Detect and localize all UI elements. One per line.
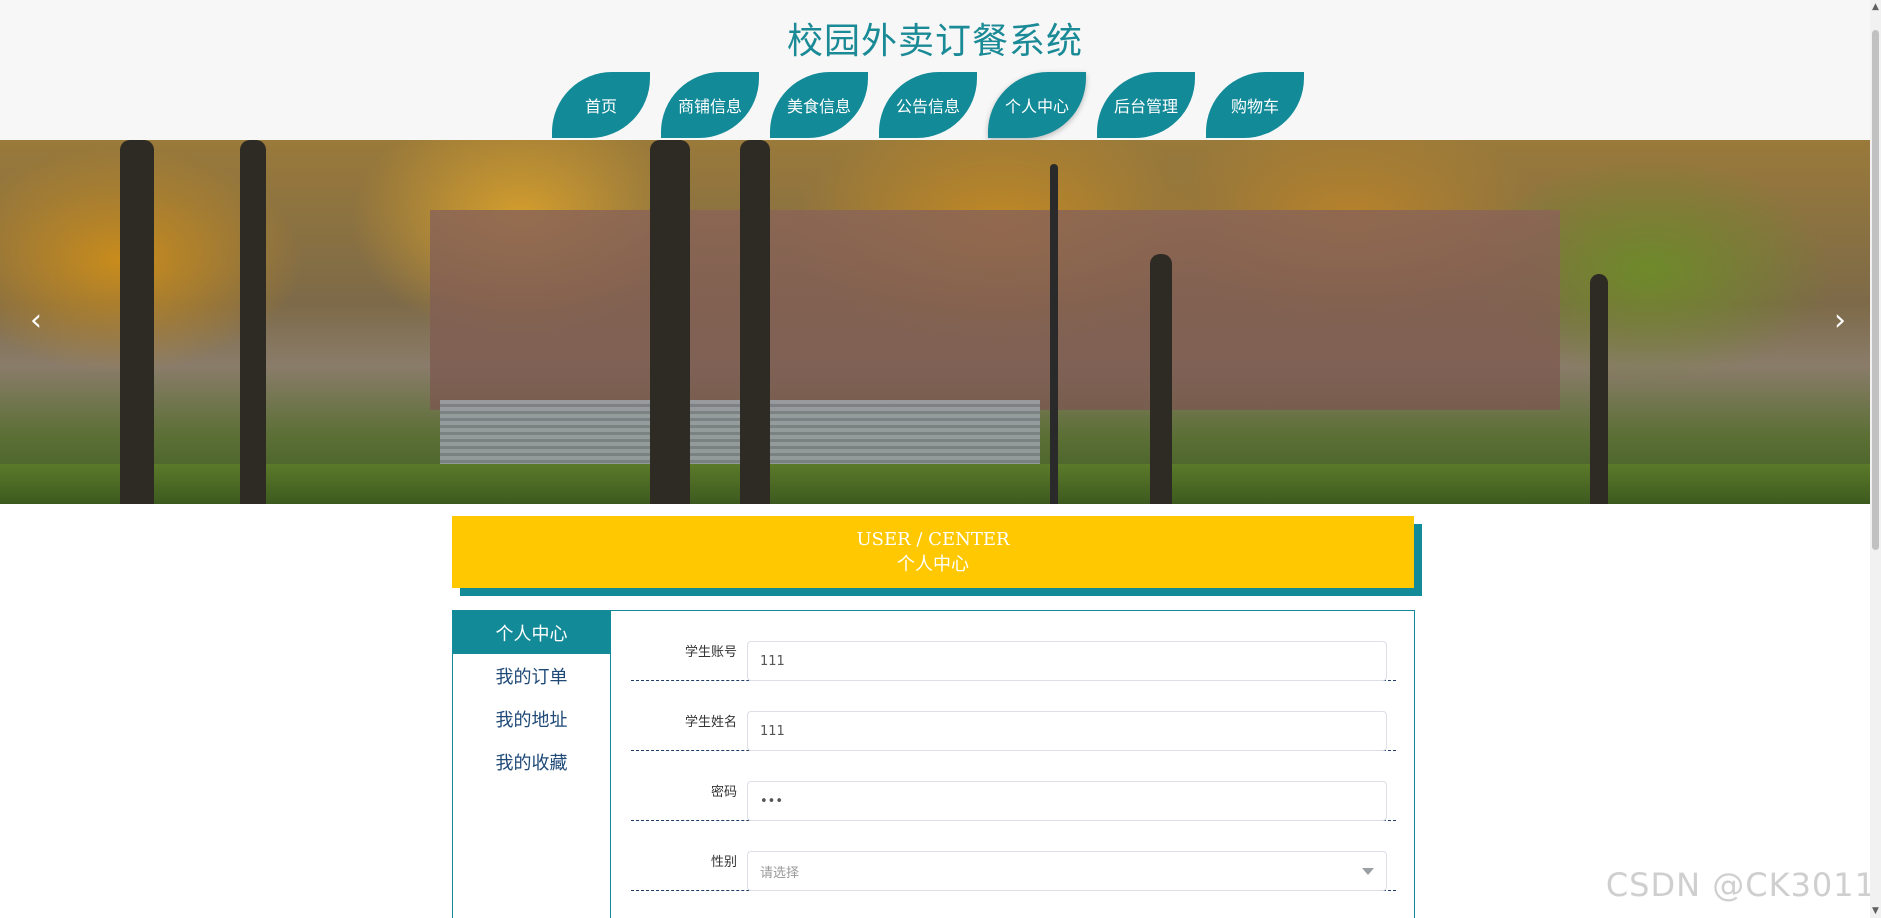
student-name-input[interactable]: 111 — [747, 711, 1387, 751]
sidebar-item-my-favorites[interactable]: 我的收藏 — [453, 740, 610, 783]
form-row-student-name: 学生姓名 111 — [631, 681, 1396, 751]
user-info-form: 学生账号 111 学生姓名 111 密码 ••• 性别 请选择 — [631, 611, 1396, 891]
banner-image-building — [430, 210, 1560, 410]
sidebar-item-my-orders[interactable]: 我的订单 — [453, 654, 610, 697]
section-header: USER / CENTER 个人中心 — [452, 516, 1422, 596]
site-title: 校园外卖订餐系统 — [786, 21, 1083, 62]
scroll-up-icon[interactable]: ▲ — [1870, 0, 1881, 14]
page: 校园外卖订餐系统 首页 商铺信息 美食信息 公告信息 个人中心 后台管理 购物车… — [0, 0, 1881, 918]
sidebar-item-user-center[interactable]: 个人中心 — [453, 611, 610, 654]
user-center-panel: 个人中心 我的订单 我的地址 我的收藏 学生账号 111 学生姓名 111 密码… — [452, 610, 1415, 918]
nav-item-announcements[interactable]: 公告信息 — [879, 72, 977, 138]
carousel-prev-icon[interactable]: ‹ — [16, 290, 56, 350]
banner-image-tree — [1590, 274, 1608, 504]
nav-item-user-center[interactable]: 个人中心 — [988, 72, 1086, 138]
nav-item-shops[interactable]: 商铺信息 — [661, 72, 759, 138]
form-row-password: 密码 ••• — [631, 751, 1396, 821]
form-row-gender: 性别 请选择 — [631, 821, 1396, 891]
password-input[interactable]: ••• — [747, 781, 1387, 821]
sidebar-item-my-address[interactable]: 我的地址 — [453, 697, 610, 740]
chevron-down-icon — [1362, 868, 1374, 875]
banner-image-tree — [1150, 254, 1172, 504]
student-name-label: 学生姓名 — [684, 715, 737, 730]
section-title-box: USER / CENTER 个人中心 — [452, 516, 1414, 588]
main-nav: 首页 商铺信息 美食信息 公告信息 个人中心 后台管理 购物车 — [552, 72, 1315, 138]
banner-carousel: ‹ › — [0, 140, 1870, 504]
banner-image-tree — [120, 140, 154, 504]
scroll-down-icon[interactable]: ▼ — [1870, 904, 1881, 918]
nav-item-home[interactable]: 首页 — [552, 72, 650, 138]
banner-image-tree — [650, 140, 690, 504]
gender-select-placeholder: 请选择 — [760, 865, 800, 881]
nav-item-cart[interactable]: 购物车 — [1206, 72, 1304, 138]
user-sidebar: 个人中心 我的订单 我的地址 我的收藏 — [453, 611, 611, 918]
scroll-thumb[interactable] — [1872, 30, 1879, 550]
nav-item-admin[interactable]: 后台管理 — [1097, 72, 1195, 138]
student-account-input[interactable]: 111 — [747, 641, 1387, 681]
form-row-student-account: 学生账号 111 — [631, 611, 1396, 681]
header: 校园外卖订餐系统 首页 商铺信息 美食信息 公告信息 个人中心 后台管理 购物车 — [0, 0, 1870, 140]
student-account-label: 学生账号 — [684, 645, 737, 660]
page-scrollbar[interactable]: ▲ ▼ — [1870, 0, 1881, 918]
password-label: 密码 — [710, 785, 737, 800]
section-title-en: USER / CENTER — [856, 529, 1010, 550]
carousel-next-icon[interactable]: › — [1820, 290, 1860, 350]
banner-image-tree — [240, 140, 266, 504]
nav-item-food[interactable]: 美食信息 — [770, 72, 868, 138]
watermark: CSDN @CK3011 — [1605, 866, 1876, 904]
banner-image-tree — [740, 140, 770, 504]
gender-select[interactable]: 请选择 — [747, 851, 1387, 891]
gender-label: 性别 — [710, 855, 737, 870]
section-title-cn: 个人中心 — [897, 554, 969, 575]
banner-image-lamp-post — [1050, 164, 1058, 504]
